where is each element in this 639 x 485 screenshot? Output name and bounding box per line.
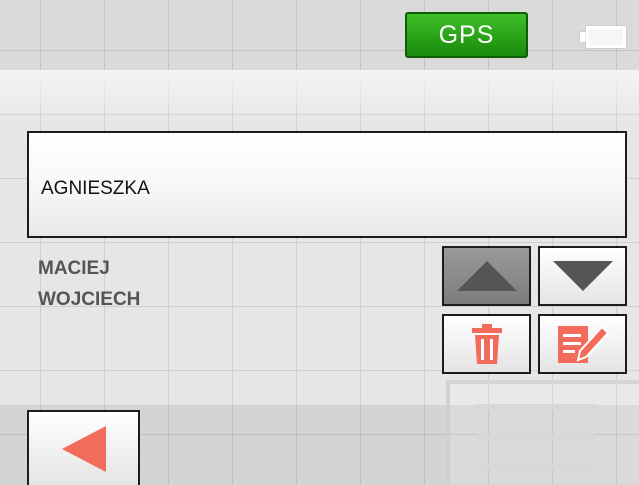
gps-status-button[interactable]: GPS [405,12,528,58]
background-line [476,404,596,410]
back-arrow-icon [61,425,106,472]
arrow-up-icon [456,261,517,291]
arrow-down-icon [552,261,613,291]
top-band-fade [0,70,639,125]
suggestion-item[interactable]: MACIEJ [38,258,110,280]
background-panel [446,380,639,485]
name-input-value: AGNIESZKA [41,178,150,199]
background-line [476,434,596,440]
background-line [476,464,596,470]
scroll-up-button[interactable] [442,246,531,306]
back-button[interactable] [27,410,140,485]
battery-icon [580,26,628,48]
name-input-field[interactable]: AGNIESZKA [27,131,627,238]
trash-icon [471,324,502,364]
delete-button[interactable] [442,314,531,374]
edit-note-icon [557,325,609,363]
scroll-down-button[interactable] [538,246,627,306]
suggestion-item[interactable]: WOJCIECH [38,289,140,311]
top-band [0,0,639,70]
edit-button[interactable] [538,314,627,374]
